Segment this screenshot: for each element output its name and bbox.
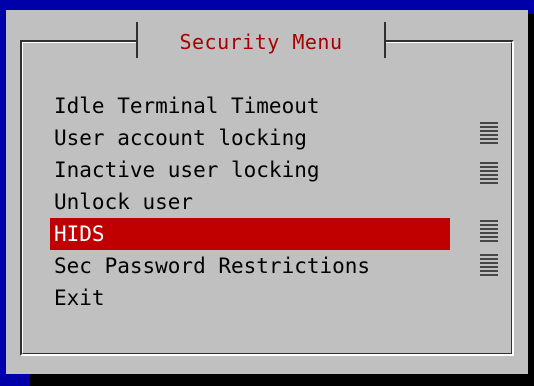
menu-item-user-account-locking[interactable]: User account locking — [50, 122, 450, 154]
scrollbar-indicator-icon[interactable] — [480, 120, 498, 290]
scroll-mark-icon — [480, 254, 498, 276]
menu-item-inactive-user-locking[interactable]: Inactive user locking — [50, 154, 450, 186]
dialog-shadow-bottom — [30, 374, 534, 386]
security-menu-dialog: Security Menu Idle Terminal Timeout User… — [6, 10, 528, 374]
menu-item-hids[interactable]: HIDS — [50, 218, 450, 250]
scroll-mark-icon — [480, 220, 498, 242]
security-menu-list: Idle Terminal Timeout User account locki… — [50, 90, 450, 314]
scroll-mark-icon — [480, 122, 498, 144]
dialog-shadow-right — [528, 14, 534, 386]
scroll-mark-icon — [480, 162, 498, 184]
title-left-bracket — [136, 22, 138, 58]
menu-item-sec-password-restrictions[interactable]: Sec Password Restrictions — [50, 250, 450, 282]
menu-item-unlock-user[interactable]: Unlock user — [50, 186, 450, 218]
dialog-title: Security Menu — [179, 30, 343, 54]
menu-item-idle-terminal-timeout[interactable]: Idle Terminal Timeout — [50, 90, 450, 122]
dialog-title-box: Security Menu — [136, 22, 386, 62]
title-right-bracket — [384, 22, 386, 58]
menu-item-exit[interactable]: Exit — [50, 282, 450, 314]
